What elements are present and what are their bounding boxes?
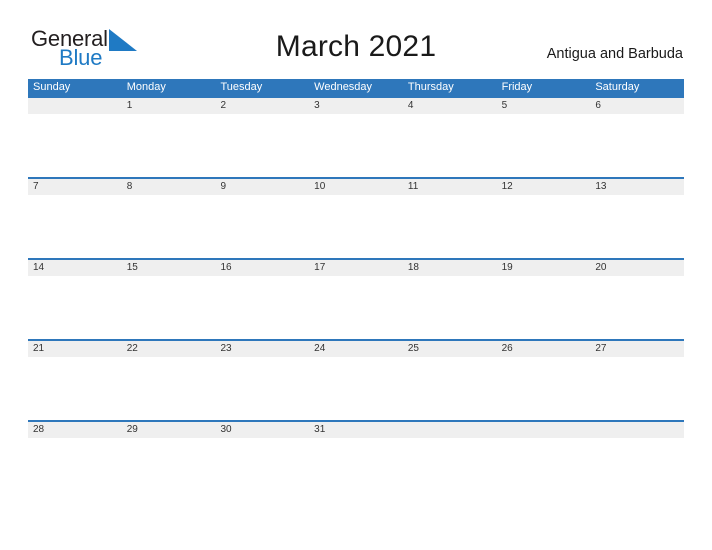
day-cell[interactable]: 18 — [403, 260, 497, 276]
day-cell[interactable]: 28 — [28, 422, 122, 438]
day-cell[interactable]: 11 — [403, 179, 497, 195]
weekday-header-thursday: Thursday — [407, 81, 454, 93]
day-cell[interactable]: 1 — [122, 98, 216, 114]
day-cell[interactable]: 14 — [28, 260, 122, 276]
day-cell[interactable] — [497, 422, 591, 438]
day-cell[interactable] — [590, 422, 684, 438]
week-date-band: 28 29 30 31 — [28, 422, 684, 438]
country-label: Antigua and Barbuda — [546, 46, 683, 62]
week-date-band: 14 15 16 17 18 19 20 — [28, 260, 684, 276]
day-cell[interactable]: 19 — [497, 260, 591, 276]
day-cell[interactable]: 31 — [309, 422, 403, 438]
day-cell[interactable] — [28, 98, 122, 114]
day-cell[interactable]: 5 — [497, 98, 591, 114]
day-cell[interactable]: 2 — [215, 98, 309, 114]
day-cell[interactable]: 16 — [215, 260, 309, 276]
day-cell[interactable]: 20 — [590, 260, 684, 276]
day-cell[interactable]: 21 — [28, 341, 122, 357]
day-cell[interactable]: 30 — [215, 422, 309, 438]
day-cell[interactable]: 7 — [28, 179, 122, 195]
day-cell[interactable]: 29 — [122, 422, 216, 438]
weekday-header-row: Sunday Monday Tuesday Wednesday Thursday… — [28, 79, 684, 96]
day-cell[interactable]: 24 — [309, 341, 403, 357]
day-cell[interactable]: 27 — [590, 341, 684, 357]
day-cell[interactable]: 9 — [215, 179, 309, 195]
calendar-grid: Sunday Monday Tuesday Wednesday Thursday… — [28, 79, 684, 450]
week-date-band: 1 2 3 4 5 6 — [28, 98, 684, 114]
week-row: 1 2 3 4 5 6 — [28, 96, 684, 177]
day-cell[interactable]: 4 — [403, 98, 497, 114]
week-row: 14 15 16 17 18 19 20 — [28, 258, 684, 339]
day-cell[interactable]: 13 — [590, 179, 684, 195]
day-cell[interactable]: 15 — [122, 260, 216, 276]
week-date-band: 21 22 23 24 25 26 27 — [28, 341, 684, 357]
weekday-header-friday: Friday — [501, 81, 533, 93]
week-row: 7 8 9 10 11 12 13 — [28, 177, 684, 258]
day-cell[interactable]: 22 — [122, 341, 216, 357]
week-row: 28 29 30 31 — [28, 420, 684, 450]
day-cell[interactable] — [403, 422, 497, 438]
day-cell[interactable]: 23 — [215, 341, 309, 357]
weekday-header-saturday: Saturday — [595, 81, 640, 93]
day-cell[interactable]: 8 — [122, 179, 216, 195]
week-date-band: 7 8 9 10 11 12 13 — [28, 179, 684, 195]
week-row: 21 22 23 24 25 26 27 — [28, 339, 684, 420]
weekday-header-tuesday: Tuesday — [220, 81, 263, 93]
weekday-header-sunday: Sunday — [33, 81, 71, 93]
day-cell[interactable]: 12 — [497, 179, 591, 195]
weekday-header-wednesday: Wednesday — [314, 81, 373, 93]
day-cell[interactable]: 6 — [590, 98, 684, 114]
weekday-header-monday: Monday — [126, 81, 166, 93]
page-header: General Blue March 2021 Antigua and Barb… — [0, 0, 712, 78]
day-cell[interactable]: 26 — [497, 341, 591, 357]
day-cell[interactable]: 10 — [309, 179, 403, 195]
day-cell[interactable]: 25 — [403, 341, 497, 357]
day-cell[interactable]: 3 — [309, 98, 403, 114]
day-cell[interactable]: 17 — [309, 260, 403, 276]
